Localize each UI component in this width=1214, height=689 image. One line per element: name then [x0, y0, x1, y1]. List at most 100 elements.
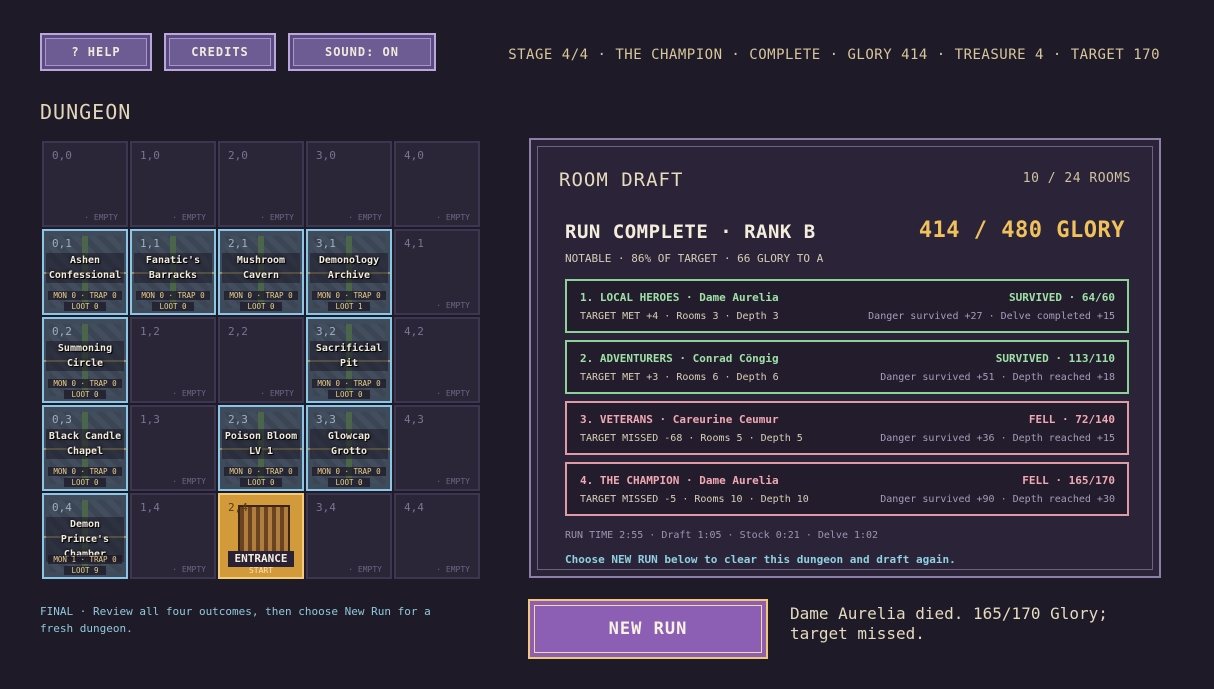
entrance-label: ENTRANCE: [228, 551, 294, 567]
cell-coord: 1,3: [140, 413, 160, 426]
cell-coord: 3,2: [316, 325, 336, 338]
cell-coord: 4,3: [404, 413, 424, 426]
notable-line: NOTABLE · 86% OF TARGET · 66 GLORY TO A: [565, 252, 824, 265]
room-cell[interactable]: 3,1 Demonology Archive MON 0 · TRAP 0 LOOT …: [306, 229, 392, 315]
outcome-card: 2. ADVENTURERS · Conrad Cöngig SURVIVED ·…: [565, 340, 1129, 394]
empty-label: · EMPTY: [260, 389, 294, 398]
room-cell[interactable]: 3,3 Glowcap Grotto MON 0 · TRAP 0 LOOT 0: [306, 405, 392, 491]
empty-label: · EMPTY: [436, 477, 470, 486]
outcome-card: 4. THE CHAMPION · Dame Aurelia FELL · 165…: [565, 462, 1129, 516]
outcome-details: TARGET MISSED -5 · Rooms 10 · Depth 10: [580, 494, 809, 505]
room-loot: LOOT 0: [64, 478, 106, 487]
empty-cell[interactable]: 1,3 · EMPTY: [130, 405, 216, 491]
outcome-details: TARGET MISSED -68 · Rooms 5 · Depth 5: [580, 433, 803, 444]
room-loot: LOOT 1: [328, 302, 370, 311]
empty-cell[interactable]: 4,0 · EMPTY: [394, 141, 480, 227]
cell-coord: 4,4: [404, 501, 424, 514]
empty-label: · EMPTY: [436, 301, 470, 310]
outcome-title: 3. VETERANS · Careurine Ceumur: [580, 413, 779, 426]
empty-cell[interactable]: 2,0 · EMPTY: [218, 141, 304, 227]
help-button[interactable]: ? HELP: [40, 33, 152, 71]
outcome-title: 2. ADVENTURERS · Conrad Cöngig: [580, 352, 779, 365]
empty-label: · EMPTY: [172, 565, 206, 574]
room-loot: LOOT 0: [152, 302, 194, 311]
empty-cell[interactable]: 4,1 · EMPTY: [394, 229, 480, 315]
empty-label: · EMPTY: [172, 389, 206, 398]
cell-coord: 0,3: [52, 413, 72, 426]
stage-status: STAGE 4/4 · THE CHAMPION · COMPLETE · GL…: [508, 47, 1160, 63]
cell-coord: 2,4: [228, 501, 248, 514]
cell-coord: 2,3: [228, 413, 248, 426]
cell-coord: 2,2: [228, 325, 248, 338]
empty-label: · EMPTY: [436, 389, 470, 398]
empty-cell[interactable]: 4,4 · EMPTY: [394, 493, 480, 579]
room-cell[interactable]: 2,3 Poison Bloom LV 1 MON 0 · TRAP 0 LOOT 0: [218, 405, 304, 491]
run-rank: RUN COMPLETE · RANK B: [565, 221, 816, 243]
empty-cell[interactable]: 1,4 · EMPTY: [130, 493, 216, 579]
death-message: Dame Aurelia died. 165/170 Glory; target…: [790, 604, 1108, 643]
room-cell[interactable]: 0,2 Summoning Circle MON 0 · TRAP 0 LOOT 0: [42, 317, 128, 403]
room-loot: LOOT 0: [64, 302, 106, 311]
rooms-count: 10 / 24 ROOMS: [1022, 171, 1131, 186]
credits-button[interactable]: CREDITS: [164, 33, 276, 71]
room-stats: MON 0 · TRAP 0: [312, 379, 386, 388]
cell-coord: 4,2: [404, 325, 424, 338]
room-loot: LOOT 0: [240, 478, 282, 487]
glory-total: 414 / 480 GLORY: [918, 218, 1125, 243]
room-stats: MON 0 · TRAP 0: [312, 467, 386, 476]
room-cell[interactable]: 2,1 Mushroom Cavern MON 0 · TRAP 0 LOOT 0: [218, 229, 304, 315]
empty-cell[interactable]: 4,2 · EMPTY: [394, 317, 480, 403]
sound-toggle-button[interactable]: SOUND: ON: [288, 33, 436, 71]
empty-label: · EMPTY: [260, 213, 294, 222]
cell-coord: 1,1: [140, 237, 160, 250]
cell-coord: 3,1: [316, 237, 336, 250]
new-run-button[interactable]: NEW RUN: [528, 599, 768, 659]
empty-cell[interactable]: 1,0 · EMPTY: [130, 141, 216, 227]
room-stats: MON 0 · TRAP 0: [48, 291, 122, 300]
outcome-bonus: Danger survived +36 · Depth reached +15: [880, 433, 1115, 444]
run-time: RUN TIME 2:55 · Draft 1:05 · Stock 0:21 …: [565, 530, 879, 541]
empty-cell[interactable]: 0,0 · EMPTY: [42, 141, 128, 227]
room-name: Fanatic's Barracks: [134, 253, 212, 283]
room-cell[interactable]: 0,3 Black Candle Chapel MON 0 · TRAP 0 LOOT…: [42, 405, 128, 491]
outcome-title: 1. LOCAL HEROES · Dame Aurelia: [580, 291, 779, 304]
empty-label: · EMPTY: [348, 213, 382, 222]
dungeon-title: DUNGEON: [40, 100, 132, 124]
room-stats: MON 0 · TRAP 0: [136, 291, 210, 300]
empty-label: · EMPTY: [436, 565, 470, 574]
room-stats: MON 0 · TRAP 0: [224, 467, 298, 476]
final-note: FINAL · Review all four outcomes, then c…: [40, 605, 431, 635]
empty-cell[interactable]: 3,0 · EMPTY: [306, 141, 392, 227]
room-draft-panel: ROOM DRAFT 10 / 24 ROOMS RUN COMPLETE · …: [529, 138, 1161, 578]
room-cell[interactable]: 3,2 Sacrificial Pit MON 0 · TRAP 0 LOOT 0: [306, 317, 392, 403]
empty-label: · EMPTY: [348, 565, 382, 574]
outcome-result: FELL · 165/170: [1022, 474, 1115, 487]
outcome-details: TARGET MET +4 · Rooms 3 · Depth 3: [580, 311, 779, 322]
room-loot: LOOT 0: [240, 302, 282, 311]
room-name: Black Candle Chapel: [46, 429, 124, 459]
empty-label: · EMPTY: [436, 213, 470, 222]
room-cell[interactable]: 0,1 Ashen Confessional MON 0 · TRAP 0 LOOT …: [42, 229, 128, 315]
cell-coord: 1,4: [140, 501, 160, 514]
empty-label: · EMPTY: [84, 213, 118, 222]
empty-cell[interactable]: 3,4 · EMPTY: [306, 493, 392, 579]
room-loot: LOOT 9: [64, 566, 106, 575]
empty-cell[interactable]: 1,2 · EMPTY: [130, 317, 216, 403]
empty-cell[interactable]: 4,3 · EMPTY: [394, 405, 480, 491]
cell-coord: 3,0: [316, 149, 336, 162]
room-name: Glowcap Grotto: [310, 429, 388, 459]
room-loot: LOOT 0: [64, 390, 106, 399]
outcome-card: 1. LOCAL HEROES · Dame Aurelia SURVIVED ·…: [565, 279, 1129, 333]
empty-cell[interactable]: 2,2 · EMPTY: [218, 317, 304, 403]
room-cell[interactable]: 1,1 Fanatic's Barracks MON 0 · TRAP 0 LOOT …: [130, 229, 216, 315]
cell-coord: 1,2: [140, 325, 160, 338]
room-stats: MON 0 · TRAP 0: [224, 291, 298, 300]
room-loot: LOOT 0: [328, 390, 370, 399]
entrance-cell[interactable]: 2,4 ENTRANCE START: [218, 493, 304, 579]
panel-title: ROOM DRAFT: [559, 169, 684, 191]
room-cell[interactable]: 0,4Demon Prince's ChamberMON 1 · TRAP 0L…: [42, 493, 128, 579]
room-stats: MON 0 · TRAP 0: [312, 291, 386, 300]
cell-coord: 2,0: [228, 149, 248, 162]
outcome-bonus: Danger survived +51 · Depth reached +18: [880, 372, 1115, 383]
outcome-card: 3. VETERANS · Careurine Ceumur FELL · 72/…: [565, 401, 1129, 455]
